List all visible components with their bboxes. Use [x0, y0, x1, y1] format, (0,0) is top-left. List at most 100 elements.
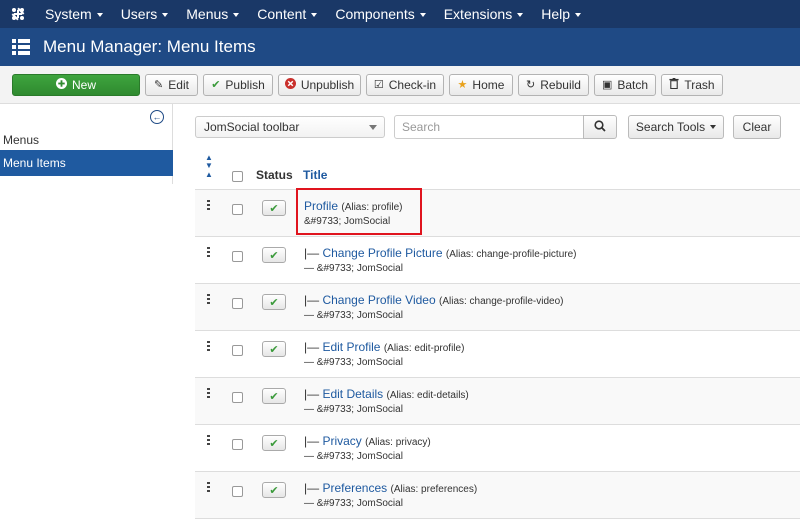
menu-help[interactable]: Help — [532, 0, 590, 28]
trash-icon — [669, 78, 679, 92]
item-alias: (Alias: change-profile-picture) — [445, 249, 577, 260]
published-status-button[interactable]: ✔ — [262, 482, 286, 498]
action-toolbar: New ✎ Edit ✔ Publish Unpublish ☑ Check-i… — [0, 66, 800, 104]
table-row: ✔ |— Edit Profile (Alias: edit-profile) … — [195, 331, 800, 378]
sidebar-item-menu-items[interactable]: Menu Items — [0, 150, 173, 176]
row-checkbox[interactable] — [232, 251, 243, 262]
item-title: |— Privacy (Alias: privacy) — [304, 434, 431, 448]
item-title-link[interactable]: Privacy — [322, 434, 361, 448]
check-icon: ✔ — [269, 343, 279, 356]
drag-handle-icon[interactable] — [207, 200, 210, 210]
check-icon: ✔ — [269, 296, 279, 309]
chevron-down-icon — [517, 13, 524, 17]
search-icon — [594, 119, 606, 135]
item-title-link[interactable]: Edit Profile — [322, 340, 380, 354]
item-title-link[interactable]: Edit Details — [322, 387, 383, 401]
page-title: Menu Manager: Menu Items — [43, 37, 256, 56]
checkin-button[interactable]: ☑ Check-in — [366, 74, 444, 96]
home-button[interactable]: ★ Home — [449, 74, 513, 96]
item-menu-type: — &#9733; JomSocial — [304, 310, 403, 321]
published-status-button[interactable]: ✔ — [262, 247, 286, 263]
page-header: Menu Manager: Menu Items — [0, 28, 800, 66]
published-status-button[interactable]: ✔ — [262, 200, 286, 216]
published-status-button[interactable]: ✔ — [262, 388, 286, 404]
search-input[interactable] — [394, 115, 584, 139]
sidebar-section-label[interactable]: Menus — [3, 133, 39, 147]
check-icon: ✔ — [269, 249, 279, 262]
table-row: ✔ |— Preferences (Alias: preferences) — … — [195, 472, 800, 519]
clear-button[interactable]: Clear — [733, 115, 781, 139]
menu-content[interactable]: Content — [248, 0, 326, 28]
new-button[interactable]: New — [12, 74, 140, 96]
drag-handle-icon[interactable] — [207, 341, 210, 351]
row-checkbox[interactable] — [232, 204, 243, 215]
search-tools-button[interactable]: Search Tools — [628, 115, 724, 139]
star-icon: ★ — [457, 78, 468, 91]
drag-handle-icon[interactable] — [207, 247, 210, 257]
row-checkbox[interactable] — [232, 345, 243, 356]
menu-components[interactable]: Components — [326, 0, 434, 28]
list-icon — [12, 39, 30, 55]
item-title: |— Change Profile Picture (Alias: change… — [304, 246, 577, 260]
x-circle-icon — [284, 78, 296, 92]
menu-menus[interactable]: Menus — [177, 0, 248, 28]
item-menu-type: — &#9733; JomSocial — [304, 404, 403, 415]
drag-handle-icon[interactable] — [207, 435, 210, 445]
joomla-logo-icon[interactable] — [0, 0, 36, 28]
select-all-checkbox[interactable] — [232, 171, 243, 182]
edit-icon: ✎ — [154, 78, 164, 91]
item-title-link[interactable]: Preferences — [322, 481, 387, 495]
chevron-down-icon — [96, 13, 103, 17]
item-title-link[interactable]: Change Profile Picture — [322, 246, 442, 260]
item-title-link[interactable]: Change Profile Video — [322, 293, 435, 307]
plus-circle-icon — [55, 78, 67, 92]
row-checkbox[interactable] — [232, 298, 243, 309]
unpublish-button[interactable]: Unpublish — [278, 74, 361, 96]
published-status-button[interactable]: ✔ — [262, 294, 286, 310]
table-row: ✔ |— Change Profile Picture (Alias: chan… — [195, 237, 800, 284]
check-icon: ✔ — [211, 78, 221, 91]
item-title: |— Change Profile Video (Alias: change-p… — [304, 293, 564, 307]
batch-button[interactable]: ▣ Batch — [594, 74, 656, 96]
menu-select[interactable]: JomSocial toolbar — [195, 116, 385, 138]
check-icon: ✔ — [269, 390, 279, 403]
trash-button[interactable]: Trash — [661, 74, 723, 96]
chevron-down-icon — [233, 13, 240, 17]
ordering-sort-icon[interactable]: ▲ ▼ — [205, 154, 213, 170]
status-column-header[interactable]: Status — [256, 168, 293, 182]
menu-users[interactable]: Users — [112, 0, 178, 28]
item-title: |— Edit Profile (Alias: edit-profile) — [304, 340, 465, 354]
check-icon: ✔ — [269, 202, 279, 215]
row-checkbox[interactable] — [232, 392, 243, 403]
table-row: ✔ |— Edit Details (Alias: edit-details) … — [195, 378, 800, 425]
sort-ascending-icon: ▲ — [205, 170, 213, 179]
search-button[interactable] — [583, 115, 617, 139]
publish-button[interactable]: ✔ Publish — [203, 74, 273, 96]
published-status-button[interactable]: ✔ — [262, 341, 286, 357]
chevron-down-icon — [162, 13, 169, 17]
title-column-header[interactable]: Title — [303, 168, 327, 182]
top-navbar: System Users Menus Content Components Ex… — [0, 0, 800, 28]
item-alias: (Alias: privacy) — [365, 437, 431, 448]
drag-handle-icon[interactable] — [207, 388, 210, 398]
batch-icon: ▣ — [601, 78, 613, 91]
item-menu-type: — &#9733; JomSocial — [304, 357, 403, 368]
row-checkbox[interactable] — [232, 486, 243, 497]
row-checkbox[interactable] — [232, 439, 243, 450]
menu-system[interactable]: System — [36, 0, 112, 28]
table-row: ✔ Profile (Alias: profile) &#9733; JomSo… — [195, 190, 800, 237]
published-status-button[interactable]: ✔ — [262, 435, 286, 451]
edit-button[interactable]: ✎ Edit — [145, 74, 198, 96]
menu-extensions[interactable]: Extensions — [435, 0, 532, 28]
item-alias: (Alias: preferences) — [390, 484, 478, 495]
table-header: ▲ ▼ ▲ Status Title — [195, 148, 800, 190]
check-icon: ✔ — [269, 484, 279, 497]
chevron-down-icon — [419, 13, 426, 17]
rebuild-button[interactable]: ↻ Rebuild — [518, 74, 589, 96]
chevron-down-icon — [311, 13, 318, 17]
drag-handle-icon[interactable] — [207, 482, 210, 492]
drag-handle-icon[interactable] — [207, 294, 210, 304]
collapse-sidebar-icon[interactable]: ← — [150, 110, 164, 124]
item-alias: (Alias: edit-profile) — [383, 343, 465, 354]
chevron-down-icon — [575, 13, 581, 17]
